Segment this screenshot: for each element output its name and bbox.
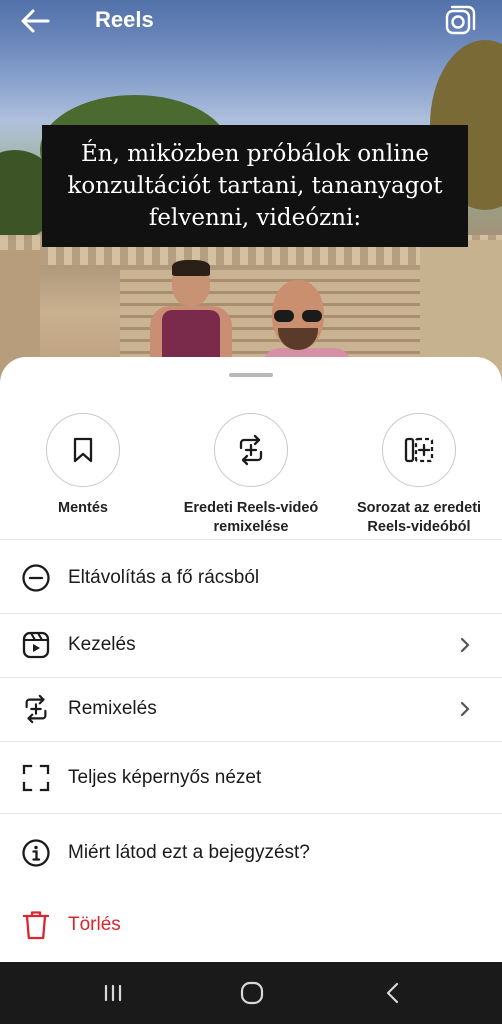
delete-label: Törlés	[68, 914, 121, 935]
manage-label: Kezelés	[68, 634, 136, 655]
reel-video[interactable]: Én, miközben próbálok online konzultáció…	[0, 0, 502, 400]
camera-icon[interactable]	[442, 5, 476, 39]
trash-icon	[20, 909, 52, 941]
system-nav-bar	[0, 962, 502, 1024]
arrow-left-icon[interactable]	[18, 6, 54, 36]
back-icon[interactable]	[378, 978, 408, 1008]
remove-from-grid-item[interactable]: Eltávolítás a fő rácsból	[0, 547, 502, 609]
sequence-button[interactable]: Sorozat az eredeti Reels-videóból	[339, 413, 499, 537]
minus-circle-icon	[20, 562, 52, 594]
sequence-label: Sorozat az eredeti Reels-videóból	[356, 500, 482, 535]
fullscreen-item[interactable]: Teljes képernyős nézet	[0, 747, 502, 809]
chevron-right-icon	[460, 701, 470, 717]
save-button[interactable]: Mentés	[3, 413, 163, 518]
save-label: Mentés	[58, 500, 108, 516]
video-caption-text: Én, miközben próbálok online konzultáció…	[67, 141, 443, 231]
remove-from-grid-label: Eltávolítás a fő rácsból	[68, 567, 260, 588]
delete-item[interactable]: Törlés	[0, 894, 502, 956]
remix-icon	[239, 434, 263, 466]
reels-icon	[20, 629, 52, 661]
remix-circle[interactable]	[214, 413, 288, 487]
divider	[0, 813, 502, 814]
chevron-right-icon	[460, 637, 470, 653]
remix-icon	[20, 693, 52, 725]
divider	[0, 741, 502, 742]
why-seeing-item[interactable]: Miért látod ezt a bejegyzést?	[0, 822, 502, 884]
sequence-icon	[404, 437, 434, 463]
remix-item[interactable]: Remixelés	[0, 678, 502, 740]
remix-original-label: Eredeti Reels-videó remixelése	[183, 500, 319, 535]
sheet-drag-handle[interactable]	[229, 373, 273, 377]
options-sheet: Mentés Eredeti Reels-videó remixelése So…	[0, 357, 502, 962]
save-circle[interactable]	[46, 413, 120, 487]
fullscreen-icon	[20, 762, 52, 794]
why-seeing-label: Miért látod ezt a bejegyzést?	[68, 842, 310, 863]
divider	[0, 539, 502, 540]
remix-label: Remixelés	[68, 698, 157, 719]
sequence-circle[interactable]	[382, 413, 456, 487]
bookmark-icon	[73, 437, 93, 463]
recent-apps-icon[interactable]	[98, 978, 128, 1008]
home-icon[interactable]	[237, 978, 267, 1008]
top-bar: Reels	[0, 0, 502, 44]
manage-item[interactable]: Kezelés	[0, 614, 502, 676]
fullscreen-label: Teljes képernyős nézet	[68, 767, 262, 788]
remix-original-button[interactable]: Eredeti Reels-videó remixelése	[171, 413, 331, 537]
page-title: Reels	[95, 7, 154, 32]
quick-actions: Mentés Eredeti Reels-videó remixelése So…	[0, 413, 502, 538]
info-icon	[20, 837, 52, 869]
video-caption: Én, miközben próbálok online konzultáció…	[42, 125, 468, 247]
